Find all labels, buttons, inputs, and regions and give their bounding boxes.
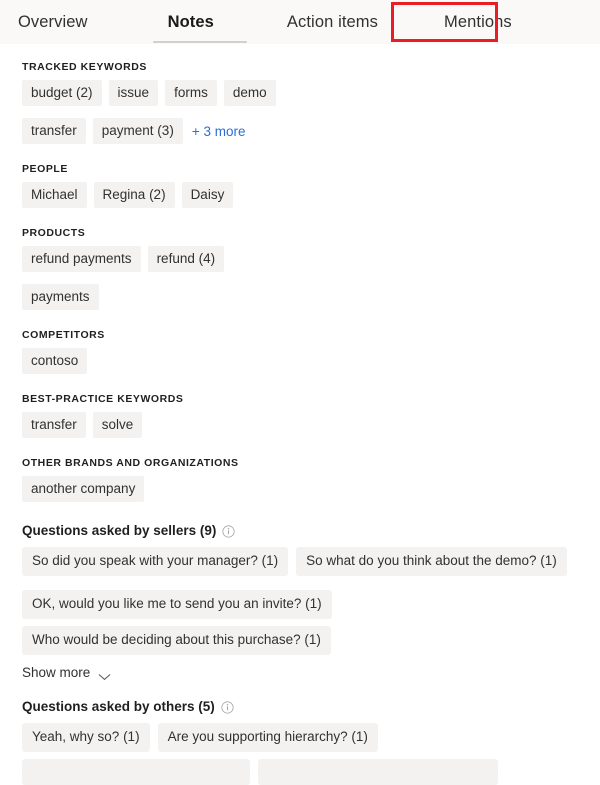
questions-sellers-chips: So did you speak with your manager? (1) …: [22, 547, 582, 655]
questions-others-chips: Yeah, why so? (1) Are you supporting hie…: [22, 723, 582, 752]
tab-selected-indicator: [153, 41, 247, 43]
question-chip[interactable]: So did you speak with your manager? (1): [22, 547, 289, 576]
keyword-chip[interactable]: forms: [165, 80, 217, 106]
tab-notes[interactable]: Notes: [168, 14, 214, 31]
question-chip[interactable]: So what do you think about the demo? (1): [296, 547, 567, 576]
chip-group: contoso: [22, 348, 582, 374]
info-icon[interactable]: [222, 524, 235, 538]
keyword-chip[interactable]: budget (2): [22, 80, 102, 106]
section-competitors: COMPETITORS contoso: [22, 329, 582, 374]
brand-chip[interactable]: another company: [22, 476, 145, 502]
chip-group: another company: [22, 476, 582, 502]
mentions-panel: TRACKED KEYWORDS budget (2) issue forms …: [0, 61, 600, 785]
tab-action-items[interactable]: Action items: [287, 14, 378, 31]
chip-group: refund payments refund (4) payments: [22, 246, 582, 310]
product-chip[interactable]: payments: [22, 284, 99, 310]
show-more-button[interactable]: Show more: [22, 665, 111, 680]
keyword-chip[interactable]: issue: [108, 80, 159, 106]
section-title: PRODUCTS: [22, 227, 86, 239]
section-best-practice-keywords: BEST-PRACTICE KEYWORDS transfer solve: [22, 393, 582, 438]
section-title: BEST-PRACTICE KEYWORDS: [22, 393, 184, 405]
person-chip[interactable]: Daisy: [181, 182, 234, 208]
section-title: PEOPLE: [22, 163, 68, 175]
question-chip-clipped[interactable]: [258, 759, 498, 785]
keyword-chip[interactable]: transfer: [22, 118, 86, 144]
competitor-chip[interactable]: contoso: [22, 348, 88, 374]
person-chip[interactable]: Michael: [22, 182, 87, 208]
info-icon[interactable]: [221, 700, 234, 714]
section-title: TRACKED KEYWORDS: [22, 61, 147, 73]
question-chip-clipped[interactable]: [22, 759, 250, 785]
question-chip[interactable]: Are you supporting hierarchy? (1): [157, 723, 378, 752]
tab-overview[interactable]: Overview: [18, 14, 88, 31]
tab-mentions[interactable]: Mentions: [444, 14, 512, 31]
product-chip[interactable]: refund (4): [147, 246, 225, 272]
tab-bar: Overview Notes Action items Mentions: [0, 0, 600, 44]
section-title: COMPETITORS: [22, 329, 105, 341]
section-title: OTHER BRANDS AND ORGANIZATIONS: [22, 457, 239, 469]
section-questions-others: Questions asked by others (5) Yeah, why …: [22, 699, 582, 785]
keyword-chip[interactable]: demo: [223, 80, 276, 106]
section-questions-sellers: Questions asked by sellers (9) So did yo…: [22, 523, 582, 682]
keyword-chip[interactable]: payment (3): [92, 118, 183, 144]
section-people: PEOPLE Michael Regina (2) Daisy: [22, 163, 582, 208]
product-chip[interactable]: refund payments: [22, 246, 141, 272]
section-products: PRODUCTS refund payments refund (4) paym…: [22, 227, 582, 310]
best-practice-chip[interactable]: solve: [92, 412, 143, 438]
clipped-chip-row: [22, 759, 582, 785]
best-practice-chip[interactable]: transfer: [22, 412, 86, 438]
section-other-brands: OTHER BRANDS AND ORGANIZATIONS another c…: [22, 457, 582, 502]
section-tracked-keywords: TRACKED KEYWORDS budget (2) issue forms …: [22, 61, 582, 144]
chevron-down-icon: [98, 669, 111, 680]
person-chip[interactable]: Regina (2): [93, 182, 175, 208]
question-chip[interactable]: Who would be deciding about this purchas…: [22, 626, 331, 655]
questions-sellers-header: Questions asked by sellers (9): [22, 523, 582, 539]
questions-others-title: Questions asked by others (5): [22, 699, 215, 714]
chip-group: Michael Regina (2) Daisy: [22, 182, 582, 208]
question-chip[interactable]: OK, would you like me to send you an inv…: [22, 590, 332, 619]
show-more-keywords-link[interactable]: + 3 more: [190, 124, 246, 139]
question-chip[interactable]: Yeah, why so? (1): [22, 723, 150, 752]
chip-group: budget (2) issue forms demo transfer pay…: [22, 80, 582, 144]
questions-sellers-title: Questions asked by sellers (9): [22, 523, 217, 538]
chip-group: transfer solve: [22, 412, 582, 438]
show-more-label: Show more: [22, 665, 91, 680]
questions-others-header: Questions asked by others (5): [22, 699, 582, 715]
